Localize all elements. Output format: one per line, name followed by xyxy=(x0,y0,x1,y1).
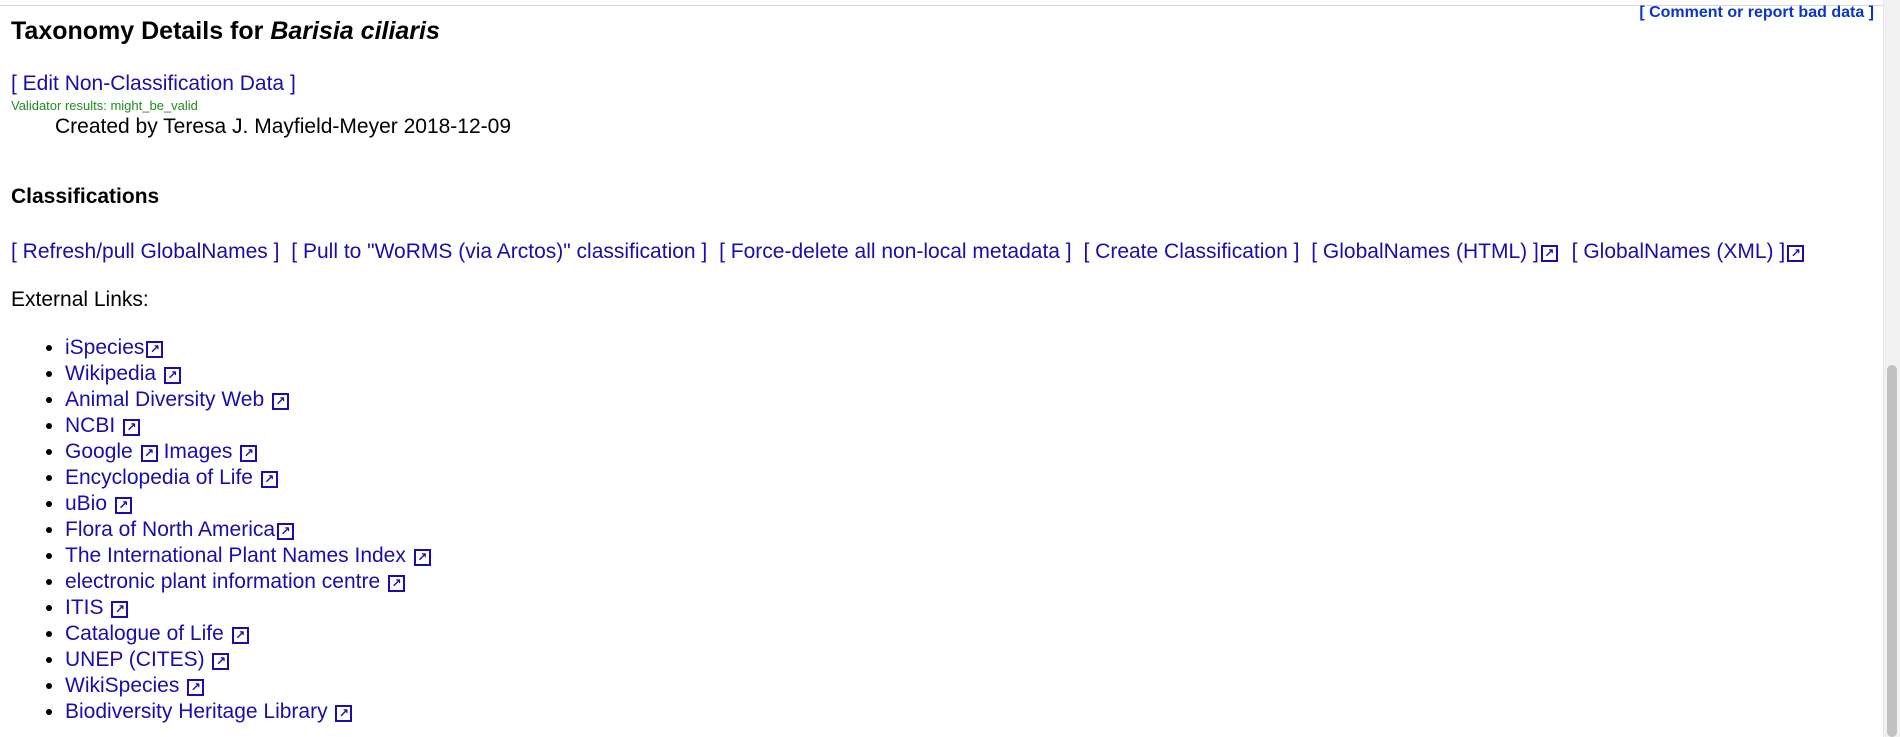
globalnames-html-link[interactable]: [ GlobalNames (HTML) ] ↗ xyxy=(1311,240,1560,263)
ncbi-link[interactable]: NCBI ↗ xyxy=(65,414,142,437)
list-item: Animal Diversity Web ↗ xyxy=(65,387,437,413)
epic-link[interactable]: electronic plant information centre ↗ xyxy=(65,570,407,593)
report-bad-data-link[interactable]: [ Comment or report bad data ] xyxy=(1639,4,1874,22)
wikispecies-label: WikiSpecies xyxy=(65,674,180,697)
external-link-icon: ↗ xyxy=(388,575,406,592)
ncbi-label: NCBI xyxy=(65,414,116,437)
list-item: Biodiversity Heritage Library ↗ xyxy=(65,699,437,725)
external-link-icon: ↗ xyxy=(123,419,141,436)
encyclopedia-of-life-link[interactable]: Encyclopedia of Life ↗ xyxy=(65,466,280,489)
external-links-label: External Links: xyxy=(11,288,149,311)
ubio-label: uBio xyxy=(65,492,108,515)
list-item: Encyclopedia of Life ↗ xyxy=(65,465,437,491)
bhl-label: Biodiversity Heritage Library xyxy=(65,700,328,723)
google-images-link[interactable]: Images ↗ xyxy=(164,440,260,463)
globalnames-html-label: [ GlobalNames (HTML) ] xyxy=(1311,240,1539,263)
unep-cites-link[interactable]: UNEP (CITES) ↗ xyxy=(65,648,231,671)
epic-label: electronic plant information centre xyxy=(65,570,381,593)
wikipedia-label: Wikipedia xyxy=(65,362,157,385)
external-link-icon: ↗ xyxy=(260,471,278,488)
external-link-icon: ↗ xyxy=(335,705,353,722)
itis-link[interactable]: ITIS ↗ xyxy=(65,596,130,619)
list-item: NCBI ↗ xyxy=(65,413,437,439)
ubio-link[interactable]: uBio ↗ xyxy=(65,492,134,515)
list-item: Catalogue of Life ↗ xyxy=(65,621,437,647)
force-delete-link[interactable]: [ Force-delete all non-local metadata ] xyxy=(719,240,1072,263)
list-item: UNEP (CITES) ↗ xyxy=(65,647,437,673)
google-label: Google xyxy=(65,440,133,463)
animal-diversity-web-link[interactable]: Animal Diversity Web ↗ xyxy=(65,388,291,411)
external-link-icon: ↗ xyxy=(1540,245,1558,262)
col-label: Catalogue of Life xyxy=(65,622,224,645)
classifications-heading: Classifications xyxy=(11,185,160,208)
external-link-icon: ↗ xyxy=(140,445,158,462)
ipni-label: The International Plant Names Index xyxy=(65,544,406,567)
external-link-icon: ↗ xyxy=(277,523,295,540)
external-link-icon: ↗ xyxy=(187,679,205,696)
classification-actions: [ Refresh/pull GlobalNames ] [ Pull to "… xyxy=(11,240,1812,264)
title-prefix: Taxonomy Details for xyxy=(11,17,264,45)
globalnames-xml-label: [ GlobalNames (XML) ] xyxy=(1571,240,1786,263)
ispecies-link[interactable]: iSpecies ↗ xyxy=(65,336,165,359)
external-link-icon: ↗ xyxy=(1787,245,1805,262)
list-item: Flora of North America↗ xyxy=(65,517,437,543)
list-item: iSpecies↗ xyxy=(65,335,437,361)
list-item: WikiSpecies ↗ xyxy=(65,673,437,699)
external-link-icon: ↗ xyxy=(114,497,132,514)
cites-label: UNEP (CITES) xyxy=(65,648,205,671)
top-divider xyxy=(0,5,1884,6)
create-classification-link[interactable]: [ Create Classification ] xyxy=(1084,240,1300,263)
ipni-link[interactable]: The International Plant Names Index ↗ xyxy=(65,544,433,567)
list-item: Wikipedia ↗ xyxy=(65,361,437,387)
external-link-icon: ↗ xyxy=(272,393,290,410)
page-title: Taxonomy Details for Barisia ciliaris xyxy=(11,17,440,46)
external-link-icon: ↗ xyxy=(231,627,249,644)
external-link-icon: ↗ xyxy=(413,549,431,566)
external-link-icon: ↗ xyxy=(111,601,129,618)
biodiversity-heritage-library-link[interactable]: Biodiversity Heritage Library ↗ xyxy=(65,700,354,723)
flora-of-north-america-link[interactable]: Flora of North America ↗ xyxy=(65,518,296,541)
ispecies-label: iSpecies xyxy=(65,336,145,359)
pull-worms-link[interactable]: [ Pull to "WoRMS (via Arctos)" classific… xyxy=(291,240,707,263)
globalnames-xml-link[interactable]: [ GlobalNames (XML) ] ↗ xyxy=(1572,240,1807,263)
validator-results: Validator results: might_be_valid xyxy=(11,98,198,113)
wikipedia-link[interactable]: Wikipedia ↗ xyxy=(65,362,183,385)
fna-label: Flora of North America xyxy=(65,518,276,541)
scrollbar-thumb[interactable] xyxy=(1887,365,1897,737)
list-item: ITIS ↗ xyxy=(65,595,437,621)
catalogue-of-life-link[interactable]: Catalogue of Life ↗ xyxy=(65,622,251,645)
wikispecies-link[interactable]: WikiSpecies ↗ xyxy=(65,674,206,697)
taxon-name: Barisia ciliaris xyxy=(270,17,440,45)
images-label: Images xyxy=(163,440,233,463)
scrollbar[interactable] xyxy=(1883,0,1900,737)
eol-label: Encyclopedia of Life xyxy=(65,466,253,489)
adw-label: Animal Diversity Web xyxy=(65,388,265,411)
list-item: The International Plant Names Index ↗ xyxy=(65,543,437,569)
external-links-list: iSpecies↗ Wikipedia ↗ Animal Diversity W… xyxy=(11,335,437,725)
external-link-icon: ↗ xyxy=(240,445,258,462)
edit-non-classification-link[interactable]: [ Edit Non-Classification Data ] xyxy=(11,72,296,96)
list-item: Google ↗Images ↗ xyxy=(65,439,437,465)
list-item: electronic plant information centre ↗ xyxy=(65,569,437,595)
refresh-globalnames-link[interactable]: [ Refresh/pull GlobalNames ] xyxy=(11,240,279,263)
created-by: Created by Teresa J. Mayfield-Meyer 2018… xyxy=(55,115,512,138)
list-item: uBio ↗ xyxy=(65,491,437,517)
google-link[interactable]: Google ↗ xyxy=(65,440,160,463)
external-link-icon: ↗ xyxy=(163,367,181,384)
external-link-icon: ↗ xyxy=(212,653,230,670)
external-link-icon: ↗ xyxy=(146,341,164,358)
itis-label: ITIS xyxy=(65,596,104,619)
